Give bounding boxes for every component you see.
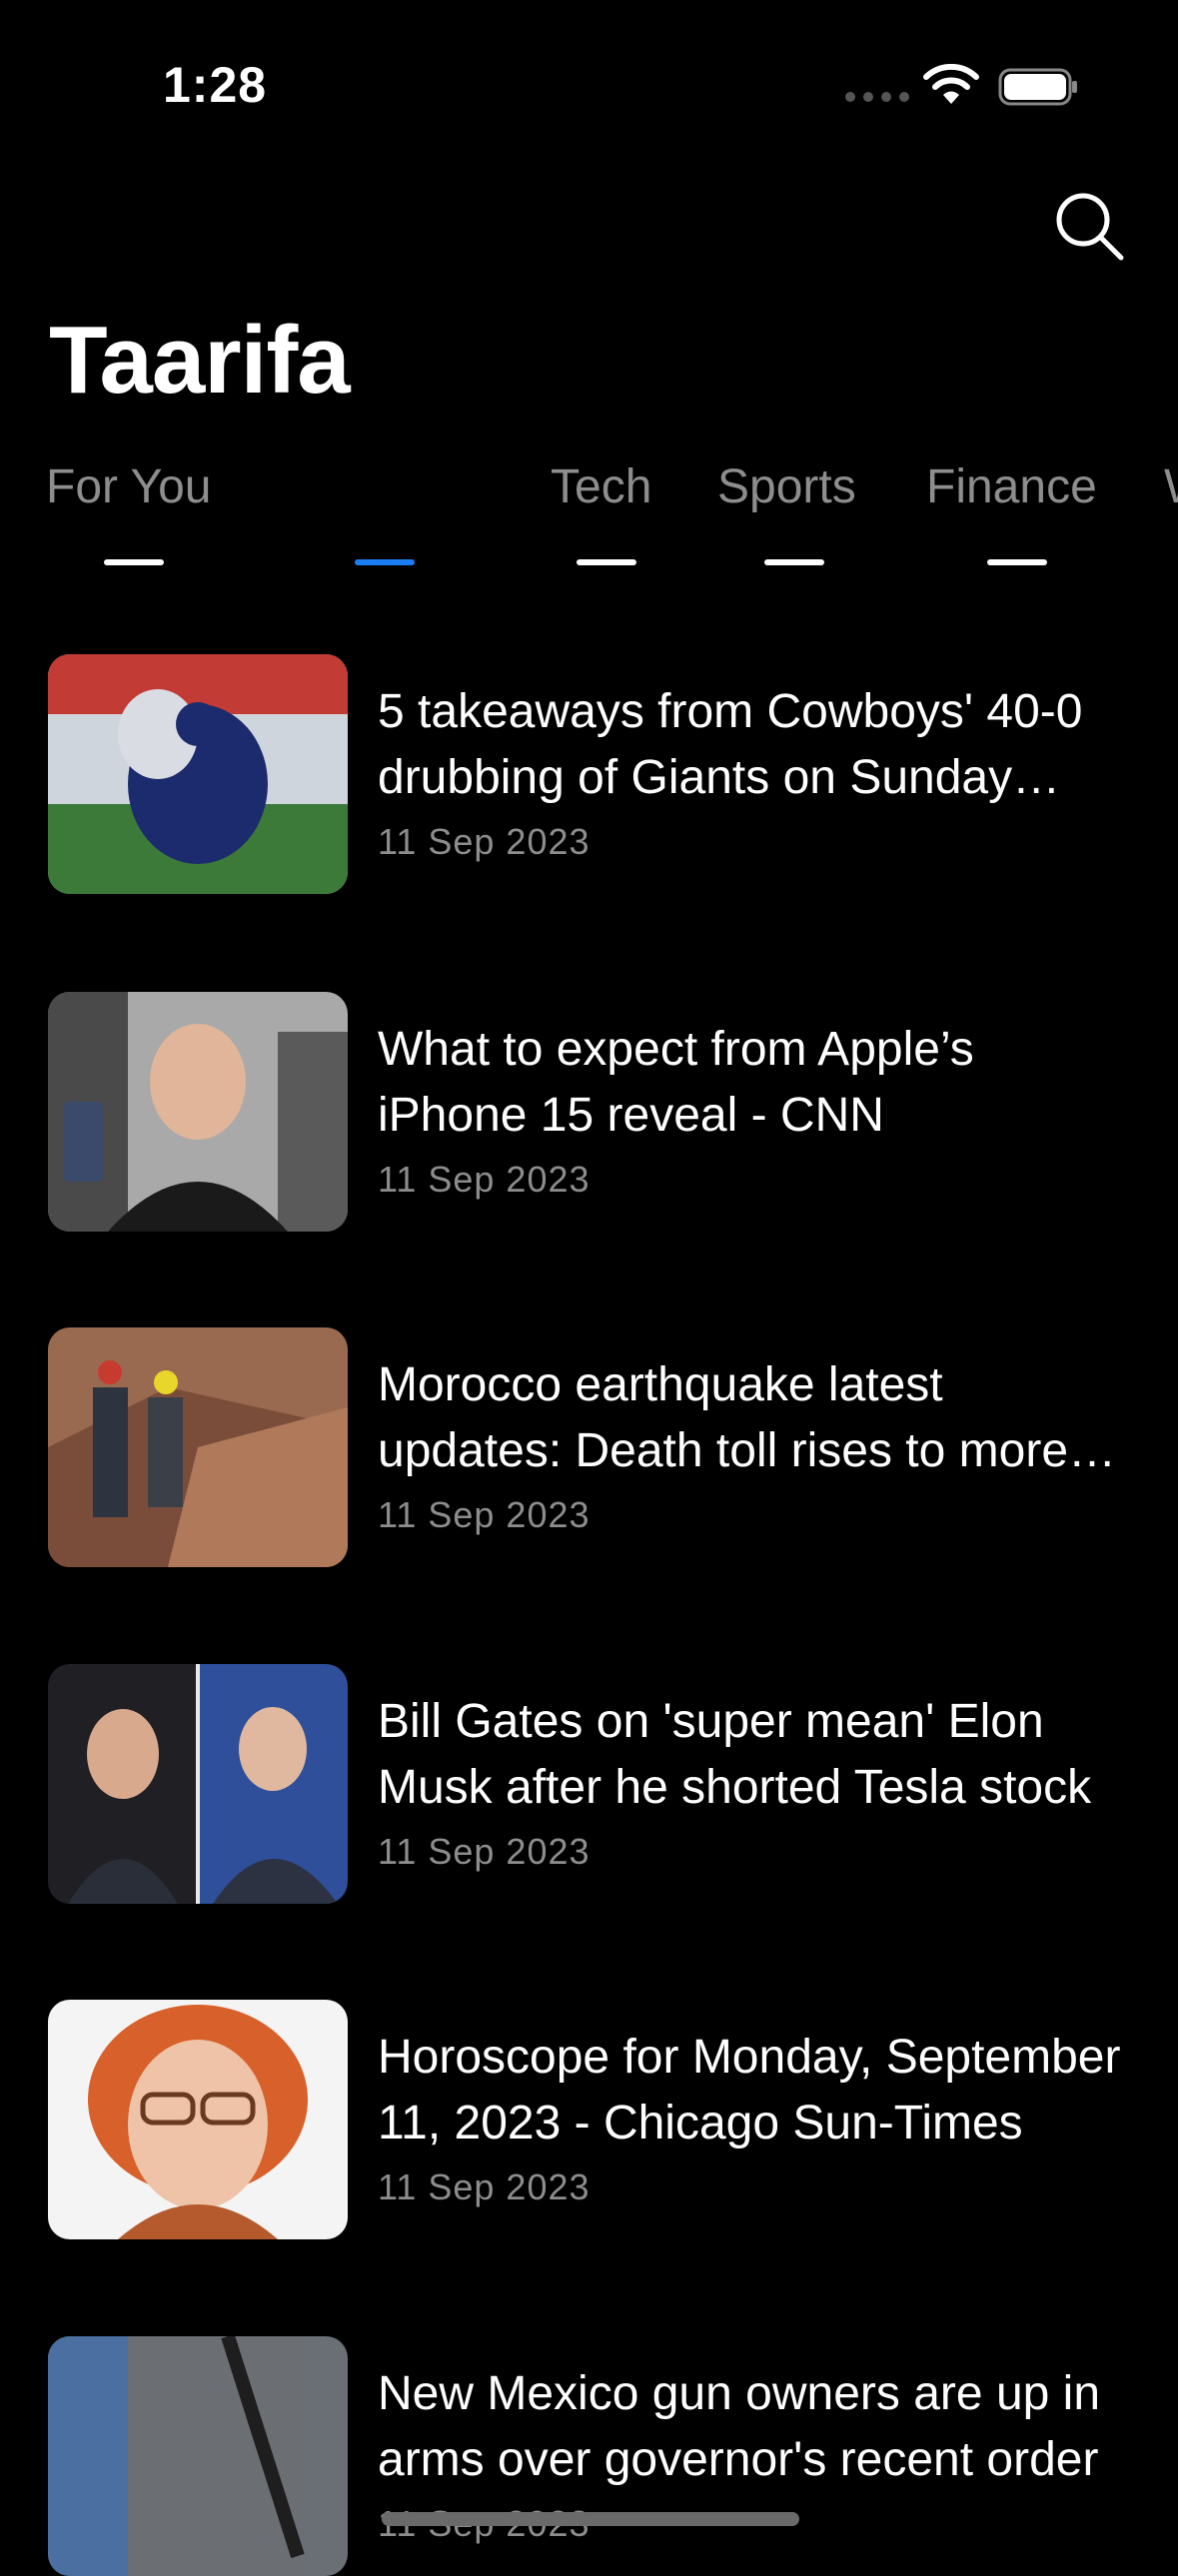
article-headline: Bill Gates on 'super mean' Elon Musk aft…: [378, 1695, 1092, 1814]
article-thumbnail: [48, 1664, 348, 1904]
cellular-signal-icon: [845, 92, 909, 102]
home-indicator[interactable]: [382, 2512, 799, 2526]
article-date: 11 Sep 2023: [378, 1494, 590, 1535]
article-headline: Horoscope for Monday, September 11, 2023…: [378, 2031, 1121, 2149]
article-thumbnail: [48, 2336, 348, 2576]
page-title: Taarifa: [49, 307, 351, 414]
tab-underline-active: [355, 559, 415, 565]
status-time: 1:28: [163, 57, 268, 113]
tab-underline: [104, 559, 164, 565]
tab-for-you[interactable]: For You: [46, 459, 211, 514]
tab-underline: [764, 559, 824, 565]
tab-finance[interactable]: Finance: [926, 459, 1097, 514]
tab-underline: [987, 559, 1047, 565]
article-date: 11 Sep 2023: [378, 1159, 590, 1200]
article-date: 11 Sep 2023: [378, 2166, 590, 2207]
article-thumbnail: [48, 992, 348, 1232]
tab-w[interactable]: W: [1164, 459, 1178, 514]
news-item[interactable]: New Mexico gun owners are up in arms ove…: [0, 2331, 1178, 2576]
wifi-icon: [923, 64, 979, 104]
article-date: 11 Sep 2023: [378, 1831, 590, 1872]
tab-underline: [577, 559, 636, 565]
tab-sports[interactable]: Sports: [717, 459, 856, 514]
article-headline: Morocco earthquake latest updates: Death…: [378, 1358, 1069, 1477]
article-headline: What to expect from Apple’s iPhone 15 re…: [378, 1023, 974, 1142]
article-thumbnail: [48, 654, 348, 894]
article-thumbnail: [48, 1327, 348, 1567]
status-bar: 1:28: [0, 0, 1178, 170]
category-tabs: For You Tech Sports Finance W: [0, 459, 1178, 579]
tab-tech[interactable]: Tech: [551, 459, 651, 514]
article-date: 11 Sep 2023: [378, 821, 590, 862]
article-headline: 5 takeaways from Cowboys' 40-0 drubbing …: [378, 685, 1083, 804]
article-thumbnail: [48, 2000, 348, 2239]
news-item[interactable]: Horoscope for Monday, September 11, 2023…: [0, 1995, 1178, 2239]
news-item[interactable]: Morocco earthquake latest updates: Death…: [0, 1322, 1178, 1567]
news-item[interactable]: Bill Gates on 'super mean' Elon Musk aft…: [0, 1659, 1178, 1904]
battery-icon: [998, 68, 1077, 106]
news-item[interactable]: What to expect from Apple’s iPhone 15 re…: [0, 987, 1178, 1232]
news-item[interactable]: 5 takeaways from Cowboys' 40-0 drubbing …: [0, 649, 1178, 894]
article-headline: New Mexico gun owners are up in arms ove…: [378, 2367, 1101, 2486]
search-icon[interactable]: [1053, 190, 1127, 264]
